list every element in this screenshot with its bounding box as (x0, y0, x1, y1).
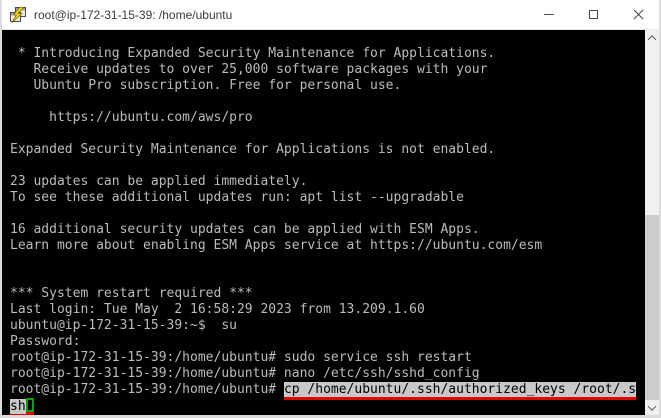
terminal-text: Receive updates to over 25,000 software … (10, 62, 488, 77)
title-bar[interactable]: root@ip-172-31-15-39: /home/ubuntu (2, 0, 659, 30)
terminal-line: Receive updates to over 25,000 software … (10, 62, 645, 78)
terminal-line: Password: (10, 334, 645, 350)
minimize-icon (543, 14, 554, 15)
terminal-text: root@ip-172-31-15-39:/home/ubuntu# (10, 382, 284, 397)
window-body: * Introducing Expanded Security Maintena… (2, 30, 659, 415)
close-icon (633, 9, 644, 20)
terminal-text: root@ip-172-31-15-39:/home/ubuntu# sudo … (10, 350, 472, 365)
putty-window: root@ip-172-31-15-39: /home/ubuntu * Int… (0, 0, 661, 418)
terminal-text: To see these additional updates run: apt… (10, 190, 464, 205)
terminal-text: root@ip-172-31-15-39:/home/ubuntu# nano … (10, 366, 480, 381)
terminal-text: Last login: Tue May 2 16:58:29 2023 from… (10, 302, 425, 317)
maximize-button[interactable] (571, 0, 616, 30)
selected-text: cp /home/ubuntu/.ssh/authorized_keys /ro… (283, 382, 637, 397)
terminal-text: * Introducing Expanded Security Maintena… (10, 46, 496, 61)
minimize-button[interactable] (526, 0, 571, 30)
terminal-cursor (25, 398, 34, 412)
terminal-line: Last login: Tue May 2 16:58:29 2023 from… (10, 302, 645, 318)
terminal-line: To see these additional updates run: apt… (10, 190, 645, 206)
terminal-text: Ubuntu Pro subscription. Free for person… (10, 78, 402, 93)
terminal-text: Password: (10, 334, 81, 349)
selected-text: sh (10, 399, 26, 414)
terminal-screen[interactable]: * Introducing Expanded Security Maintena… (2, 30, 645, 415)
close-button[interactable] (616, 0, 659, 30)
terminal-line: root@ip-172-31-15-39:/home/ubuntu# sudo … (10, 350, 645, 366)
terminal-text: 23 updates can be applied immediately. (10, 174, 308, 189)
terminal-line: sh (10, 398, 645, 414)
chevron-down-icon (647, 401, 657, 411)
terminal-line: Ubuntu Pro subscription. Free for person… (10, 78, 645, 94)
window-title: root@ip-172-31-15-39: /home/ubuntu (34, 7, 233, 22)
terminal-line: * Introducing Expanded Security Maintena… (10, 46, 645, 62)
scrollbar-thumb[interactable] (645, 215, 659, 400)
terminal-line: *** System restart required *** (10, 286, 645, 302)
scroll-up-button[interactable] (645, 30, 659, 45)
terminal-text: *** System restart required *** (10, 286, 253, 301)
scroll-down-button[interactable] (645, 400, 659, 415)
terminal-text: Learn more about enabling ESM Apps servi… (10, 238, 543, 253)
terminal-line: ubuntu@ip-172-31-15-39:~$ su (10, 318, 645, 334)
terminal-text: ubuntu@ip-172-31-15-39:~$ su (10, 318, 237, 333)
terminal-line: root@ip-172-31-15-39:/home/ubuntu# cp /h… (10, 382, 645, 398)
terminal-line: https://ubuntu.com/aws/pro (10, 110, 645, 126)
terminal-line: Expanded Security Maintenance for Applic… (10, 142, 645, 158)
terminal-text: https://ubuntu.com/aws/pro (10, 110, 253, 125)
terminal-text: Expanded Security Maintenance for Applic… (10, 142, 496, 157)
terminal-line: root@ip-172-31-15-39:/home/ubuntu# nano … (10, 366, 645, 382)
terminal-line: 16 additional security updates can be ap… (10, 222, 645, 238)
maximize-icon (589, 10, 598, 19)
scrollbar[interactable] (645, 30, 659, 415)
putty-icon (10, 6, 26, 23)
terminal-line: Learn more about enabling ESM Apps servi… (10, 238, 645, 254)
terminal-text: 16 additional security updates can be ap… (10, 222, 480, 237)
scrollbar-track[interactable] (645, 45, 659, 400)
terminal-line: 23 updates can be applied immediately. (10, 174, 645, 190)
chevron-up-icon (647, 34, 657, 44)
